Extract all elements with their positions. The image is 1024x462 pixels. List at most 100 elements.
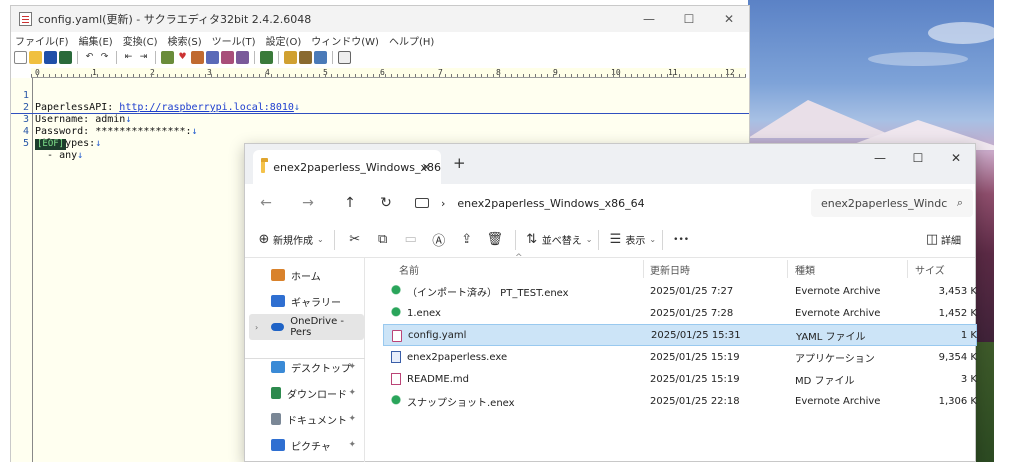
search-next-icon[interactable] [191, 50, 204, 64]
eol-mark: ↓ [77, 150, 84, 161]
expand-chevron-icon[interactable]: › [255, 323, 258, 332]
function-list-icon[interactable] [314, 50, 327, 64]
redo-icon[interactable]: ↷ [98, 51, 111, 64]
more-options-button[interactable]: ••• [669, 235, 693, 245]
tab-close-icon[interactable]: ✕ [422, 161, 431, 174]
minimize-button[interactable]: — [861, 144, 899, 172]
close-button[interactable]: ✕ [709, 6, 749, 32]
menu-convert[interactable]: 変換(C) [123, 33, 158, 48]
share-icon[interactable]: ⇪ [453, 232, 481, 247]
line-text: - any↓ [35, 150, 84, 161]
sort-button[interactable]: ⇅ 並べ替え ⌄ [522, 222, 592, 258]
sidebar-item-label: デスクトップ [291, 363, 351, 375]
paste-icon[interactable]: ▭ [397, 232, 425, 247]
refresh-icon[interactable]: ↻ [371, 195, 401, 211]
sidebar-item-gallery[interactable]: ギャラリー [245, 288, 364, 314]
explorer-tab[interactable]: enex2paperless_Windows_x86 ✕ [253, 150, 441, 184]
line-number: 5 [22, 138, 29, 149]
settings-icon[interactable] [338, 50, 351, 64]
copy-icon[interactable]: ⧉ [369, 232, 397, 247]
maximize-button[interactable]: ☐ [899, 144, 937, 172]
sakura-titlebar[interactable]: config.yaml(更新) - サクラエディタ32bit 2.4.2.604… [11, 6, 749, 32]
search-icon[interactable] [161, 50, 174, 64]
sidebar-item-pictures[interactable]: ピクチャ ✦ [245, 432, 364, 458]
file-row[interactable]: （インポート済み） PT_TEST.enex 2025/01/25 7:27 E… [375, 280, 977, 302]
column-header-row: ^ 名前 更新日時 種類 サイズ [375, 253, 977, 280]
file-row[interactable]: スナップショット.enex 2025/01/25 22:18 Evernote … [375, 390, 977, 412]
forward-arrow-icon[interactable]: → [293, 195, 323, 211]
application-file-icon [391, 351, 401, 363]
jump-back-icon[interactable]: ⇤ [122, 51, 135, 64]
sort-button-label: 並べ替え [541, 236, 582, 247]
file-size: 9,354 K [938, 351, 977, 363]
file-type: Evernote Archive [795, 285, 881, 297]
search-input[interactable]: enex2paperless_Windc ⌕ [811, 189, 973, 217]
menu-tools[interactable]: ツール(T) [212, 33, 256, 48]
menu-search[interactable]: 検索(S) [167, 33, 201, 48]
file-name: config.yaml [408, 329, 467, 341]
save-icon[interactable] [44, 50, 57, 64]
delete-icon[interactable]: 🗑 [481, 232, 509, 247]
file-row[interactable]: README.md 2025/01/25 15:19 MD ファイル 3 K [375, 368, 977, 390]
undo-icon[interactable]: ↶ [83, 51, 96, 64]
search-icon[interactable]: ⌕ [957, 196, 963, 210]
pin-icon[interactable]: ✦ [348, 440, 356, 450]
details-pane-button[interactable]: ◫ 詳細 [923, 222, 961, 258]
file-size: 1,452 K [938, 307, 977, 319]
folder-icon [261, 158, 269, 173]
view-button[interactable]: ☰ 表示 ⌄ [605, 222, 657, 258]
document-icon [271, 413, 281, 425]
heart-icon[interactable]: ♥ [176, 51, 189, 64]
menu-settings[interactable]: 設定(O) [266, 33, 302, 48]
outline-icon[interactable] [299, 50, 312, 64]
pin-icon[interactable]: ✦ [348, 388, 356, 398]
column-header-type[interactable]: 種類 [795, 262, 815, 277]
new-file-icon[interactable] [14, 50, 27, 64]
ruler-ticks [31, 74, 746, 77]
rename-icon[interactable]: Ⓐ [425, 230, 453, 249]
sidebar-item-onedrive[interactable]: › OneDrive - Pers [249, 314, 364, 340]
tab-label: enex2paperless_Windows_x86 [273, 160, 441, 174]
menu-file[interactable]: ファイル(F) [15, 33, 69, 48]
column-divider[interactable] [787, 260, 788, 278]
maximize-button[interactable]: ☐ [669, 6, 709, 32]
sidebar-item-desktop[interactable]: デスクトップ ✦ [245, 354, 364, 380]
search-prev-icon[interactable] [206, 50, 219, 64]
new-button[interactable]: ⊕ 新規作成 ⌄ [255, 222, 324, 258]
address-bar[interactable]: › enex2paperless_Windows_x86_64 [411, 190, 805, 216]
back-arrow-icon[interactable]: ← [251, 195, 281, 211]
bookmark-icon[interactable] [236, 50, 249, 64]
save-all-icon[interactable] [59, 50, 72, 64]
file-row[interactable]: enex2paperless.exe 2025/01/25 15:19 アプリケ… [375, 346, 977, 368]
menu-window[interactable]: ウィンドウ(W) [311, 33, 379, 48]
new-tab-button[interactable]: + [453, 154, 466, 172]
file-row-selected[interactable]: config.yaml 2025/01/25 15:31 YAML ファイル 1… [383, 324, 977, 346]
sidebar-item-home[interactable]: ホーム [245, 262, 364, 288]
pin-icon[interactable]: ✦ [348, 362, 356, 372]
replace-icon[interactable] [221, 50, 234, 64]
column-divider[interactable] [643, 260, 644, 278]
file-explorer-window: enex2paperless_Windows_x86 ✕ + — ☐ ✕ ← →… [244, 143, 977, 462]
sidebar-item-downloads[interactable]: ダウンロード ✦ [245, 380, 364, 406]
compare-icon[interactable] [284, 50, 297, 64]
editor-line: 5 - any↓ [11, 126, 749, 161]
menu-help[interactable]: ヘルプ(H) [389, 33, 434, 48]
column-header-name[interactable]: 名前 [399, 262, 419, 277]
file-row[interactable]: 1.enex 2025/01/25 7:28 Evernote Archive … [375, 302, 977, 324]
column-divider[interactable] [907, 260, 908, 278]
minimize-button[interactable]: — [629, 6, 669, 32]
column-header-size[interactable]: サイズ [915, 262, 945, 277]
sidebar-item-documents[interactable]: ドキュメント ✦ [245, 406, 364, 432]
grep-icon[interactable] [260, 50, 273, 64]
open-folder-icon[interactable] [29, 50, 42, 64]
view-list-icon: ☰ [609, 232, 622, 247]
close-button[interactable]: ✕ [937, 144, 975, 172]
cut-icon[interactable]: ✂ [341, 232, 369, 247]
pin-icon[interactable]: ✦ [348, 414, 356, 424]
up-arrow-icon[interactable]: ↑ [335, 195, 365, 211]
file-date: 2025/01/25 7:28 [650, 307, 734, 319]
jump-forward-icon[interactable]: ⇥ [137, 51, 150, 64]
column-header-date[interactable]: 更新日時 [650, 262, 690, 277]
breadcrumb-path[interactable]: enex2paperless_Windows_x86_64 [457, 197, 644, 210]
menu-edit[interactable]: 編集(E) [79, 33, 113, 48]
